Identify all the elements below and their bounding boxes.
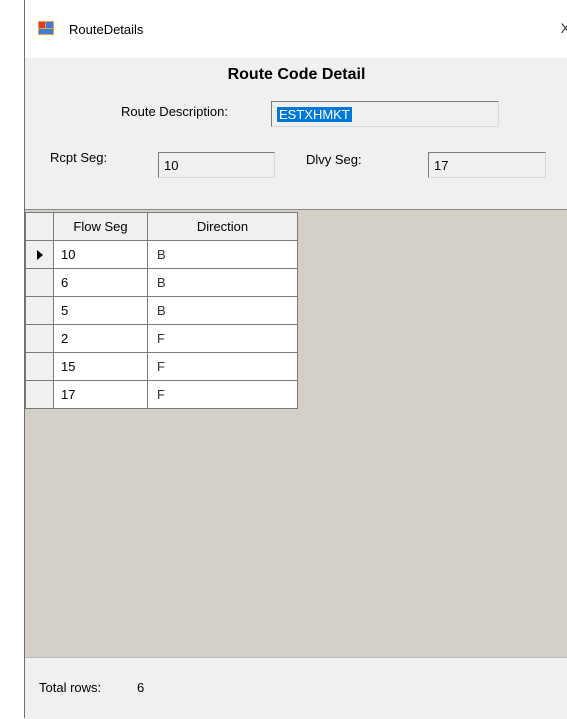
row-header[interactable] — [25, 240, 54, 269]
column-header-flow-seg[interactable]: Flow Seg — [53, 212, 148, 241]
table-row[interactable]: 17 F — [25, 380, 298, 409]
route-header-panel: Route Code Detail Route Description: EST… — [25, 58, 567, 208]
flow-seg-cell[interactable]: 5 — [53, 296, 148, 325]
rcpt-seg-label: Rcpt Seg: — [50, 150, 108, 165]
row-header[interactable] — [25, 380, 54, 409]
window-title: RouteDetails — [69, 22, 144, 37]
row-pointer-icon — [36, 249, 43, 260]
dlvy-seg-value: 17 — [434, 158, 449, 173]
flow-seg-cell[interactable]: 6 — [53, 268, 148, 297]
title-bar[interactable]: RouteDetails X — [25, 0, 567, 58]
app-window-icon — [38, 21, 54, 35]
table-row[interactable]: 6 B — [25, 268, 298, 297]
flow-seg-cell[interactable]: 17 — [53, 380, 148, 409]
route-description-field[interactable]: ESTXHMKT — [271, 101, 499, 127]
direction-cell[interactable]: B — [147, 296, 298, 325]
row-header[interactable] — [25, 268, 54, 297]
grid-header-row: Flow Seg Direction — [25, 212, 298, 241]
direction-cell[interactable]: F — [147, 380, 298, 409]
grid-table: Flow Seg Direction 10 B 6 B 5 B 2 F 15 F… — [25, 212, 298, 409]
page-title: Route Code Detail — [227, 66, 366, 83]
table-row[interactable]: 15 F — [25, 352, 298, 381]
row-header-corner[interactable] — [25, 212, 54, 241]
row-header[interactable] — [25, 352, 54, 381]
flow-seg-cell[interactable]: 2 — [53, 324, 148, 353]
row-header[interactable] — [25, 296, 54, 325]
flow-segment-grid[interactable]: Flow Seg Direction 10 B 6 B 5 B 2 F 15 F… — [25, 209, 567, 658]
total-rows-label: Total rows: — [39, 680, 102, 695]
flow-seg-cell[interactable]: 15 — [53, 352, 148, 381]
direction-cell[interactable]: B — [147, 240, 298, 269]
dlvy-seg-label: Dlvy Seg: — [306, 152, 362, 167]
table-row[interactable]: 10 B — [25, 240, 298, 269]
flow-seg-cell[interactable]: 10 — [53, 240, 148, 269]
close-icon[interactable]: X — [561, 20, 567, 36]
row-header[interactable] — [25, 324, 54, 353]
direction-cell[interactable]: F — [147, 352, 298, 381]
total-rows-value: 6 — [137, 680, 145, 695]
route-description-label: Route Description: — [121, 104, 228, 119]
direction-cell[interactable]: B — [147, 268, 298, 297]
route-description-value: ESTXHMKT — [277, 107, 352, 122]
direction-cell[interactable]: F — [147, 324, 298, 353]
route-details-window: RouteDetails X Route Code Detail Route D… — [24, 0, 567, 719]
status-bar: Total rows: 6 — [25, 657, 567, 719]
column-header-direction[interactable]: Direction — [147, 212, 298, 241]
rcpt-seg-field[interactable]: 10 — [158, 152, 275, 178]
table-row[interactable]: 5 B — [25, 296, 298, 325]
table-row[interactable]: 2 F — [25, 324, 298, 353]
rcpt-seg-value: 10 — [164, 158, 179, 173]
dlvy-seg-field[interactable]: 17 — [428, 152, 546, 178]
